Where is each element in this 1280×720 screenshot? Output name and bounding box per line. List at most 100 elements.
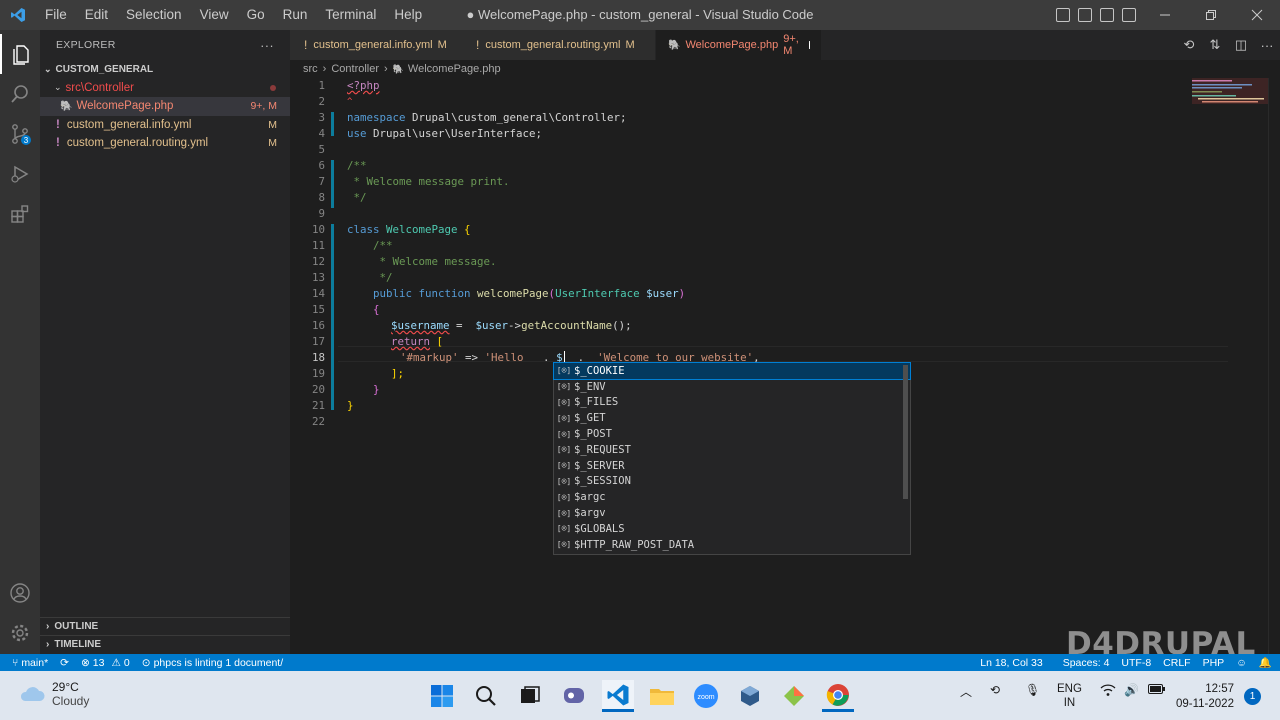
code-line-4: use Drupal\user\UserInterface; [347,126,542,142]
git-tool-icon[interactable] [778,680,810,712]
file-routing-yml[interactable]: ! custom_general.routing.yml M [40,134,290,153]
line-number: 11 [311,239,325,252]
extensions-icon[interactable] [0,194,40,234]
battery-icon[interactable] [1148,683,1166,698]
search-taskbar-icon[interactable] [470,680,502,712]
split-editor-icon[interactable]: ◫ [1228,37,1254,53]
minimap[interactable] [1192,78,1268,108]
editor-tabs: ! custom_general.info.yml M ! custom_gen… [290,30,1280,60]
minimize-icon[interactable] [1142,0,1188,30]
clock[interactable]: 12:57 09-11-2022 [1176,682,1234,712]
run-debug-icon[interactable] [0,154,40,194]
menu-terminal[interactable]: Terminal [316,0,385,30]
outline-section[interactable]: › OUTLINE [40,617,290,635]
chevron-right-icon: › [46,621,50,632]
compare-icon[interactable]: ⇅ [1202,37,1228,53]
suggestion-label: $GLOBALS [574,522,625,535]
suggestion-item[interactable]: [⌾] $_REQUEST [554,442,910,458]
volume-icon[interactable]: 🔊 [1124,683,1139,697]
run-action-icon[interactable]: ⟲ [1176,37,1202,53]
breadcrumb-controller[interactable]: Controller [331,63,379,75]
tab-welcomepage[interactable]: 🐘 WelcomePage.php 9+, M [656,30,822,60]
timeline-section[interactable]: › TIMELINE [40,635,290,653]
feedback-icon[interactable]: ☺ [1230,657,1253,669]
menu-file[interactable]: File [36,0,76,30]
suggestion-item[interactable]: [⌾] $argc [554,489,910,505]
comment: * Welcome message print. [347,175,510,188]
toggle-panel-icon[interactable] [1078,8,1092,22]
windows-start-icon[interactable] [426,680,458,712]
folder-src-controller[interactable]: ⌄ src\Controller [40,79,290,98]
more-actions-icon[interactable]: ··· [1254,38,1280,53]
line-ending[interactable]: CRLF [1157,657,1196,669]
search-icon[interactable] [0,74,40,114]
problems-indicator[interactable]: ⊗ 13 ⚠ 0 [75,657,136,669]
modified-dot-icon [270,84,276,91]
sync-button[interactable]: ⟳ [54,657,75,669]
file-info-yml[interactable]: ! custom_general.info.yml M [40,116,290,135]
string: 'Hello [484,351,531,364]
menu-go[interactable]: Go [238,0,274,30]
source-control-icon[interactable]: 3 [0,114,40,154]
zoom-icon[interactable]: zoom [690,680,722,712]
menu-run[interactable]: Run [274,0,317,30]
explorer-icon[interactable] [0,34,40,74]
suggestion-item[interactable]: [⌾] $_ENV [554,379,910,395]
error-count: 13 [92,656,105,669]
accounts-icon[interactable] [0,573,40,613]
weather-widget[interactable]: 29°C Cloudy [18,680,89,708]
code-line-17: return [ [391,334,443,350]
language-mode[interactable]: PHP [1197,657,1231,669]
language-indicator[interactable]: ENG IN [1057,682,1082,710]
suggestion-item[interactable]: [⌾] $_COOKIE [553,362,911,380]
menu-selection[interactable]: Selection [117,0,191,30]
chrome-icon[interactable] [822,680,854,712]
suggestion-item[interactable]: [⌾] $_FILES [554,395,910,411]
line-number: 12 [311,255,325,268]
virtualbox-icon[interactable] [734,680,766,712]
suggestion-item[interactable]: [⌾] $_SESSION [554,474,910,490]
branch-indicator[interactable]: ⑂ main* [0,657,54,669]
wifi-icon[interactable] [1100,683,1116,700]
cursor-position[interactable]: Ln 18, Col 33 [974,657,1048,669]
suggestion-item[interactable]: [⌾] $_SERVER [554,458,910,474]
microphone-icon[interactable]: 🎙 [1025,683,1040,697]
onedrive-sync-icon[interactable]: ⟲ [990,683,1000,697]
breadcrumb-file[interactable]: WelcomePage.php [408,63,501,75]
suggestion-item[interactable]: [⌾] $HTTP_RAW_POST_DATA [554,537,910,553]
settings-gear-icon[interactable] [0,613,40,653]
suggestion-scrollbar[interactable] [903,365,908,499]
suggestion-item[interactable]: [⌾] $_POST [554,426,910,442]
workspace-root[interactable]: ⌄ CUSTOM_GENERAL [40,60,290,79]
toggle-secondary-sidebar-icon[interactable] [1100,8,1114,22]
show-hidden-icons[interactable]: ︿ [960,683,972,700]
tab-info-yml[interactable]: ! custom_general.info.yml M [290,30,468,60]
menu-view[interactable]: View [191,0,238,30]
restore-icon[interactable] [1188,0,1234,30]
file-welcomepage[interactable]: 🐘 WelcomePage.php 9+, M [40,97,290,116]
suggestion-item[interactable]: [⌾] $GLOBALS [554,521,910,537]
teams-chat-icon[interactable] [558,680,590,712]
suggestion-item[interactable]: [⌾] $_GET [554,410,910,426]
breadcrumb-src[interactable]: src [303,63,318,75]
task-view-icon[interactable] [514,680,546,712]
toggle-sidebar-icon[interactable] [1056,8,1070,22]
menu-edit[interactable]: Edit [76,0,117,30]
file-explorer-icon[interactable] [646,680,678,712]
suggestion-item[interactable]: [⌾] $argv [554,505,910,521]
variable: $user [475,319,509,332]
php-file-icon: 🐘 [60,100,73,112]
line-number: 21 [311,399,325,412]
customize-layout-icon[interactable] [1122,8,1136,22]
linting-status[interactable]: ⊙ phpcs is linting 1 document/ [136,657,289,669]
notifications-bell-icon[interactable]: 🔔 [1253,656,1280,669]
tab-routing-yml[interactable]: ! custom_general.routing.yml M [462,30,656,60]
explorer-more-actions[interactable]: ··· [260,38,274,53]
menu-help[interactable]: Help [385,0,431,30]
vscode-taskbar-icon[interactable] [602,680,634,712]
notification-badge[interactable]: 1 [1244,688,1261,705]
encoding[interactable]: UTF-8 [1115,657,1157,669]
editor-scrollbar[interactable] [1268,78,1280,654]
close-icon[interactable] [1234,0,1280,30]
indentation[interactable]: Spaces: 4 [1057,657,1116,669]
